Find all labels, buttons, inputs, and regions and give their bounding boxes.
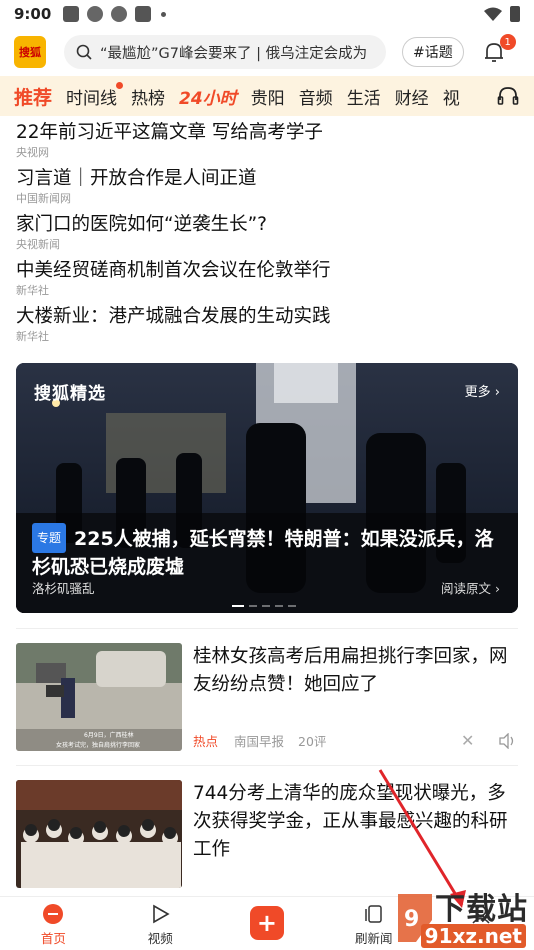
featured-card[interactable]: 搜狐精选 更多 › 专题 225人被捕，延长宵禁！特朗普：如果没派兵，洛杉矶恐已烧… bbox=[16, 363, 518, 613]
tab-timeline[interactable]: 时间线 bbox=[66, 81, 124, 109]
headline-item[interactable]: 习言道｜开放合作是人间正道 中国新闻网 bbox=[16, 166, 518, 212]
channel-tabs: 推荐 时间线 热榜 24小时 贵阳 音频 生活 财经 视 bbox=[0, 76, 534, 116]
carousel-dot bbox=[262, 605, 270, 607]
plus-icon: + bbox=[249, 905, 284, 940]
news-thumbnail bbox=[16, 780, 182, 888]
headphones-button[interactable] bbox=[482, 76, 534, 116]
new-dot bbox=[116, 81, 124, 89]
tab-finance[interactable]: 财经 bbox=[395, 84, 429, 109]
user-icon bbox=[472, 905, 490, 924]
headline-item[interactable]: 大楼新业：港产城融合发展的生动实践 新华社 bbox=[16, 304, 518, 350]
wifi-icon bbox=[484, 7, 502, 21]
headline-source: 新华社 bbox=[16, 330, 49, 343]
featured-topic[interactable]: 洛杉矶骚乱 bbox=[32, 578, 95, 597]
nav-video[interactable]: 视频 bbox=[107, 897, 214, 950]
nav-refresh-label: 刷新闻 bbox=[355, 931, 393, 946]
headline-source: 央视网 bbox=[16, 146, 49, 159]
read-original-link[interactable]: 阅读原文 › bbox=[441, 578, 500, 597]
notification-badge: 1 bbox=[499, 34, 516, 50]
nav-profile-label: 我的 bbox=[468, 931, 494, 946]
headline-title: 大楼新业：港产城融合发展的生动实践 bbox=[16, 306, 331, 327]
news-thumbnail: 6月9日，广西桂林 女孩考试完，独自肩挑行李回家 bbox=[16, 643, 182, 751]
thumb-caption: 女孩考试完，独自肩挑行李回家 bbox=[56, 741, 140, 749]
home-icon bbox=[43, 904, 64, 924]
nav-profile[interactable]: 我的 bbox=[427, 897, 534, 950]
play-icon bbox=[153, 904, 170, 924]
tab-recommend[interactable]: 推荐 bbox=[14, 83, 52, 110]
nav-video-label: 视频 bbox=[147, 931, 173, 946]
search-icon bbox=[76, 44, 92, 60]
carousel-dot bbox=[275, 605, 283, 607]
notification-app-icon bbox=[87, 6, 104, 22]
topic-tag: 专题 bbox=[32, 523, 67, 553]
news-photo bbox=[16, 780, 182, 888]
headphones-icon bbox=[497, 87, 519, 105]
headline-title: 中美经贸磋商机制首次会议在伦敦举行 bbox=[16, 260, 331, 281]
tab-24h[interactable]: 24小时 bbox=[179, 84, 237, 109]
search-hint: “最尴尬”G7峰会要来了 | 俄乌注定会成为 bbox=[100, 45, 368, 62]
thumb-caption: 6月9日，广西桂林 bbox=[84, 731, 134, 739]
cards-icon bbox=[365, 905, 382, 923]
notification-app-icon bbox=[111, 6, 128, 22]
news-item[interactable]: 744分考上清华的庞众望现状曝光，多次获得奖学金，正从事最感兴趣的科研工作 bbox=[16, 780, 518, 890]
headline-source: 中国新闻网 bbox=[16, 192, 71, 205]
headline-item[interactable]: 22年前习近平这篇文章 写给高考学子 央视网 bbox=[16, 120, 518, 166]
more-notifications-icon bbox=[161, 11, 167, 17]
headline-source: 新华社 bbox=[16, 284, 49, 297]
headline-source: 央视新闻 bbox=[16, 238, 60, 251]
news-title: 744分考上清华的庞众望现状曝光，多次获得奖学金，正从事最感兴趣的科研工作 bbox=[193, 783, 508, 860]
comment-count: 20评 bbox=[298, 734, 327, 749]
tab-guiyang[interactable]: 贵阳 bbox=[251, 84, 285, 109]
status-bar: 9:00 bbox=[0, 0, 534, 28]
notification-app-icon bbox=[135, 6, 152, 22]
app-header: 搜狐 “最尴尬”G7峰会要来了 | 俄乌注定会成为 #话题 1 bbox=[0, 28, 534, 76]
tab-video-partial[interactable]: 视 bbox=[443, 84, 460, 109]
headline-title: 22年前习近平这篇文章 写给高考学子 bbox=[16, 122, 323, 143]
hot-label: 热点 bbox=[193, 734, 219, 749]
nav-home-label: 首页 bbox=[40, 931, 66, 946]
dismiss-icon[interactable]: ✕ bbox=[461, 731, 474, 750]
notification-app-icon bbox=[63, 6, 80, 22]
news-title: 桂林女孩高考后用扁担挑行李回家，网友纷纷点赞！她回应了 bbox=[193, 646, 508, 695]
divider bbox=[16, 765, 518, 766]
nav-home[interactable]: 首页 bbox=[0, 897, 107, 950]
speaker-icon[interactable] bbox=[498, 732, 516, 749]
headline-title: 习言道｜开放合作是人间正道 bbox=[16, 168, 257, 189]
carousel-dot bbox=[288, 605, 296, 607]
bottom-navigation: 首页 视频 + 刷新闻 我的 bbox=[0, 896, 534, 950]
tab-hot[interactable]: 热榜 bbox=[131, 84, 165, 109]
carousel-dot bbox=[249, 605, 257, 607]
battery-icon bbox=[510, 6, 520, 22]
more-link[interactable]: 更多 › bbox=[465, 381, 500, 400]
news-meta: 热点 南国早报 20评 ✕ bbox=[193, 731, 514, 750]
featured-caption: 专题 225人被捕，延长宵禁！特朗普：如果没派兵，洛杉矶恐已烧成废墟 bbox=[32, 523, 508, 581]
news-item[interactable]: 6月9日，广西桂林 女孩考试完，独自肩挑行李回家 桂林女孩高考后用扁担挑行李回家… bbox=[16, 643, 518, 753]
headline-item[interactable]: 中美经贸磋商机制首次会议在伦敦举行 新华社 bbox=[16, 258, 518, 304]
headline-list: 22年前习近平这篇文章 写给高考学子 央视网 习言道｜开放合作是人间正道 中国新… bbox=[16, 120, 518, 350]
search-bar[interactable]: “最尴尬”G7峰会要来了 | 俄乌注定会成为 bbox=[64, 35, 386, 69]
news-photo: 6月9日，广西桂林 女孩考试完，独自肩挑行李回家 bbox=[16, 643, 182, 751]
headline-title: 家门口的医院如何“逆袭生长”? bbox=[16, 214, 267, 235]
tab-audio[interactable]: 音频 bbox=[299, 84, 333, 109]
topic-button[interactable]: #话题 bbox=[402, 37, 464, 67]
carousel-dot bbox=[232, 605, 244, 607]
featured-brand: 搜狐精选 bbox=[34, 384, 106, 404]
nav-refresh-news[interactable]: 刷新闻 bbox=[320, 897, 427, 950]
carousel-indicator bbox=[232, 605, 296, 607]
tab-life[interactable]: 生活 bbox=[347, 84, 381, 109]
notification-bell[interactable]: 1 bbox=[482, 34, 516, 64]
news-source: 南国早报 bbox=[234, 734, 285, 749]
nav-publish[interactable]: + bbox=[214, 897, 321, 950]
status-time: 9:00 bbox=[14, 5, 52, 23]
divider bbox=[16, 628, 518, 629]
headline-item[interactable]: 家门口的医院如何“逆袭生长”? 央视新闻 bbox=[16, 212, 518, 258]
app-logo[interactable]: 搜狐 bbox=[14, 36, 46, 68]
